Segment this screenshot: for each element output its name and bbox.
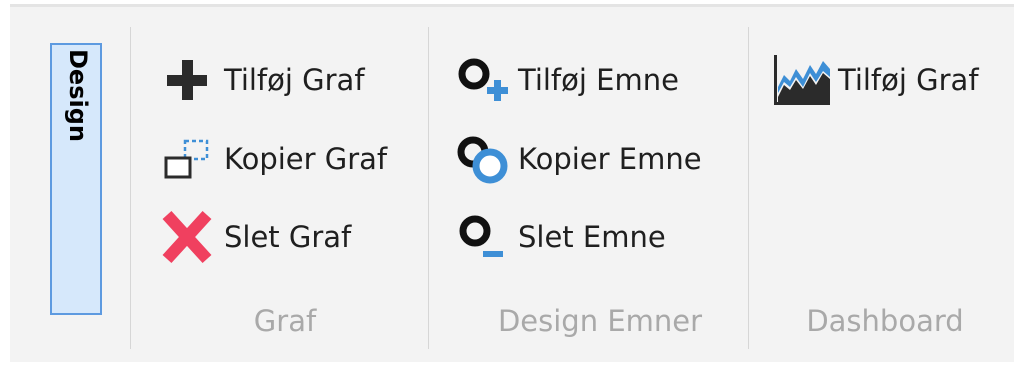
copy-item-button[interactable]: Kopier Emne — [450, 128, 702, 190]
group-label-dashboard: Dashboard — [806, 304, 964, 338]
copy-item-icon — [450, 128, 512, 190]
add-graph-button[interactable]: Tilføj Graf — [156, 49, 365, 111]
copy-graph-label: Kopier Graf — [224, 142, 388, 176]
delete-item-button[interactable]: Slet Emne — [450, 206, 666, 268]
delete-graph-button[interactable]: Slet Graf — [156, 206, 351, 268]
delete-graph-label: Slet Graf — [224, 220, 352, 254]
group-separator — [748, 27, 749, 349]
copy-icon — [156, 128, 218, 190]
delete-item-label: Slet Emne — [518, 220, 666, 254]
area-chart-icon — [770, 49, 832, 111]
delete-item-icon — [450, 206, 512, 268]
add-dashboard-graph-button[interactable]: Tilføj Graf — [770, 49, 979, 111]
ribbon: Design Tilføj Graf Kopier Graf Slet Graf… — [10, 4, 1014, 362]
add-item-icon — [450, 49, 512, 111]
add-graph-label: Tilføj Graf — [224, 63, 365, 97]
add-item-button[interactable]: Tilføj Emne — [450, 49, 679, 111]
tab-design-label: Design — [64, 49, 92, 142]
tab-design[interactable]: Design — [50, 43, 102, 315]
add-item-label: Tilføj Emne — [518, 63, 679, 97]
copy-item-label: Kopier Emne — [518, 142, 702, 176]
group-separator — [130, 27, 131, 349]
copy-graph-button[interactable]: Kopier Graf — [156, 128, 387, 190]
group-separator — [428, 27, 429, 349]
plus-icon — [156, 49, 218, 111]
group-label-design-emner: Design Emner — [497, 304, 703, 338]
delete-x-icon — [156, 206, 218, 268]
group-label-graf: Graf — [253, 304, 317, 338]
add-dashboard-graph-label: Tilføj Graf — [838, 63, 979, 97]
